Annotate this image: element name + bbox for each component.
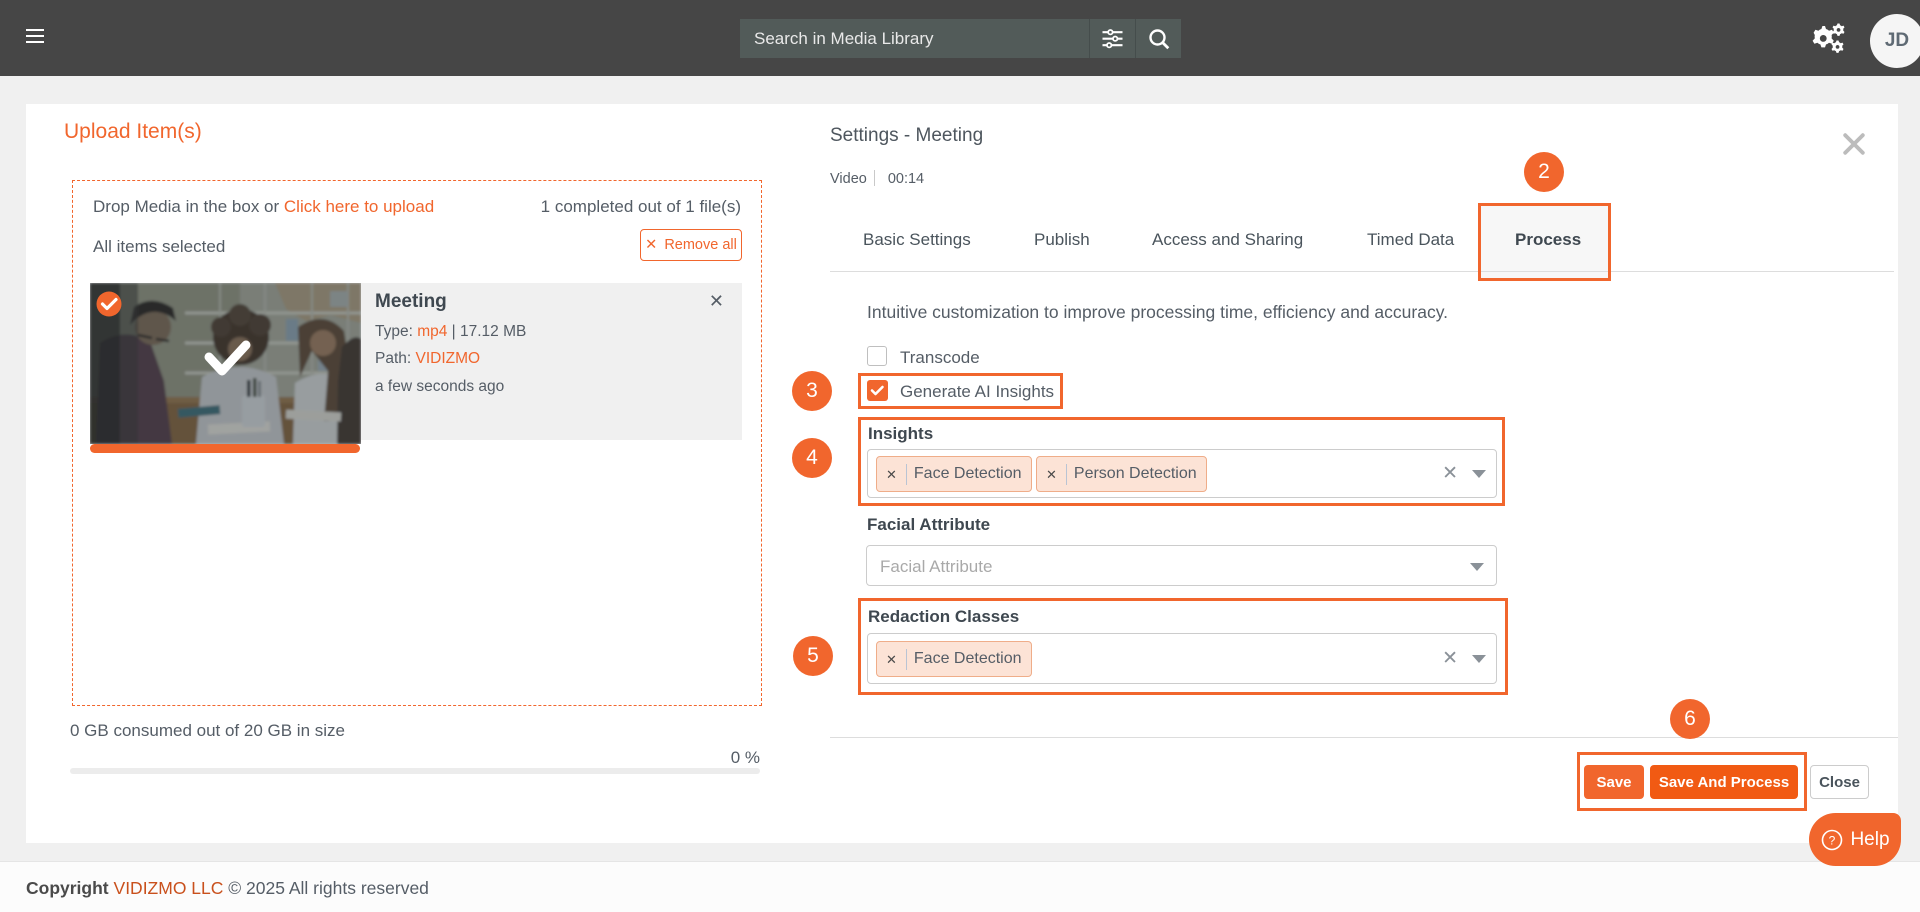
svg-text:?: ? <box>1829 833 1836 847</box>
